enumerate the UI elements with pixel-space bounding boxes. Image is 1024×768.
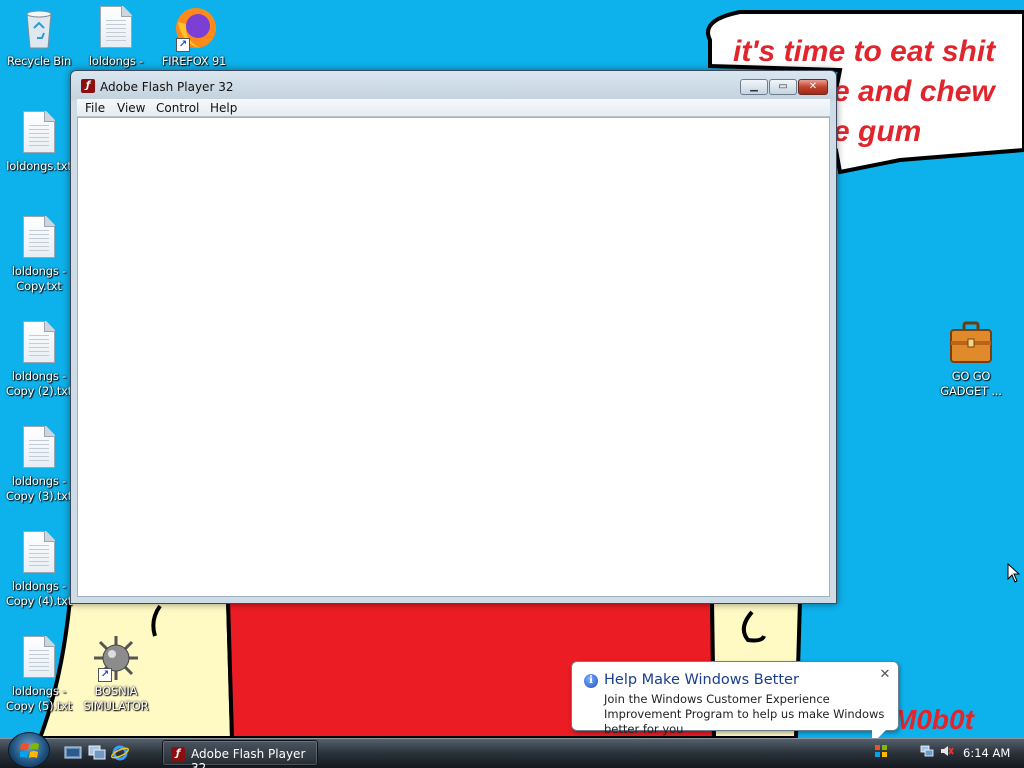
speech-line-3: e gum: [833, 115, 922, 148]
window-title: Adobe Flash Player 32: [100, 80, 234, 94]
flash-content-area[interactable]: [77, 117, 830, 597]
flash-player-icon: ƒ: [81, 79, 95, 93]
menu-control[interactable]: Control: [156, 101, 199, 115]
menu-help[interactable]: Help: [210, 101, 237, 115]
flash-player-window[interactable]: ƒ Adobe Flash Player 32 ▁ ▭ ✕ File View …: [70, 70, 837, 604]
desktop-icon-loldongs-copy-5[interactable]: loldongs - Copy (5).txt: [0, 634, 79, 714]
desktop-icon-label: loldongs - Copy (5).txt: [5, 684, 73, 713]
taskbar: [0, 738, 1024, 768]
desktop-icon-label: GO GO GADGET ...: [940, 369, 1002, 398]
internet-explorer-icon[interactable]: [110, 745, 130, 761]
network-icon[interactable]: [920, 744, 934, 758]
desktop-icon-label: loldongs - Copy.txt: [11, 264, 67, 293]
text-file-icon: [15, 319, 63, 367]
volume-muted-icon[interactable]: [940, 744, 954, 758]
notification-close-button[interactable]: ✕: [878, 668, 892, 682]
text-file-icon: [15, 214, 63, 262]
desktop-icon-label: FIREFOX 91: [161, 54, 227, 68]
taskbar-button-flash-player[interactable]: ƒ Adobe Flash Player 32: [162, 740, 318, 768]
desktop-icon-bosnia-simulator[interactable]: ↗ BOSNIA SIMULATOR: [76, 634, 156, 714]
taskbar-clock[interactable]: 6:14 AM: [963, 746, 1010, 760]
desktop-icon-loldongs-txt[interactable]: loldongs.txt: [0, 109, 79, 174]
text-file-icon: [15, 529, 63, 577]
briefcase-icon: [947, 319, 995, 367]
desktop-icon-firefox[interactable]: ↗ FIREFOX 91: [154, 4, 234, 69]
desktop-icon-recycle-bin[interactable]: Recycle Bin: [0, 4, 79, 69]
notification-balloon[interactable]: i Help Make Windows Better Join the Wind…: [571, 661, 899, 736]
notification-body: Join the Windows Customer Experience Imp…: [604, 692, 885, 736]
menu-bar: File View Control Help: [77, 99, 830, 117]
speech-line-1: it's time to eat shit: [733, 35, 996, 68]
desktop-icon-label: loldongs -: [88, 54, 144, 68]
close-icon: ✕: [808, 81, 818, 92]
shortcut-arrow-icon: ↗: [98, 668, 112, 682]
desktop-icon-go-go-gadget[interactable]: GO GO GADGET ...: [931, 319, 1011, 399]
close-button[interactable]: ✕: [798, 79, 828, 95]
desktop-icon-loldongs-copy[interactable]: loldongs - Copy.txt: [0, 214, 79, 294]
shortcut-arrow-icon: ↗: [176, 38, 190, 52]
text-file-icon: [15, 424, 63, 472]
desktop-icon-loldongs-copy-4[interactable]: loldongs - Copy (4).txt: [0, 529, 79, 609]
wallpaper-signature: M0b0t: [893, 704, 974, 735]
show-desktop-icon[interactable]: [64, 745, 82, 761]
desktop-icon-label: loldongs - Copy (3).txt: [5, 474, 73, 503]
windows-logo-icon: [20, 743, 39, 758]
desktop-icon-label: loldongs.txt: [6, 159, 72, 173]
minimize-icon: ▁: [750, 81, 758, 92]
desktop-icon-loldongs-copy-3[interactable]: loldongs - Copy (3).txt: [0, 424, 79, 504]
desktop-icon-label: loldongs - Copy (4).txt: [5, 579, 73, 608]
firefox-icon: ↗: [170, 4, 218, 52]
flash-player-icon: ƒ: [171, 747, 185, 761]
taskbar-button-label: Adobe Flash Player 32: [191, 747, 306, 768]
close-icon: ✕: [879, 667, 891, 682]
desktop-icon-label: Recycle Bin: [6, 54, 72, 68]
menu-view[interactable]: View: [117, 101, 145, 115]
switch-windows-icon[interactable]: [88, 745, 106, 761]
minimize-button[interactable]: ▁: [740, 79, 768, 95]
desktop-icon-loldongs[interactable]: loldongs -: [76, 4, 156, 69]
text-file-icon: [15, 109, 63, 157]
info-icon: i: [584, 674, 598, 688]
maximize-icon: ▭: [778, 81, 788, 92]
text-file-icon: [15, 634, 63, 682]
maximize-button[interactable]: ▭: [769, 79, 797, 95]
recycle-bin-icon: [15, 4, 63, 52]
notification-title: Help Make Windows Better: [604, 672, 799, 688]
mine-icon: ↗: [92, 634, 140, 682]
mouse-cursor-icon: [1007, 563, 1021, 583]
speech-line-2: e and chew: [833, 75, 995, 108]
text-file-icon: [92, 4, 140, 52]
desktop-icon-loldongs-copy-2[interactable]: loldongs - Copy (2).txt: [0, 319, 79, 399]
desktop-icon-label: BOSNIA SIMULATOR: [83, 684, 149, 713]
desktop-icon-label: loldongs - Copy (2).txt: [5, 369, 73, 398]
windows-security-icon[interactable]: [874, 744, 888, 758]
menu-file[interactable]: File: [85, 101, 105, 115]
start-button[interactable]: [8, 732, 50, 768]
window-titlebar[interactable]: ƒ Adobe Flash Player 32 ▁ ▭ ✕: [71, 71, 836, 99]
